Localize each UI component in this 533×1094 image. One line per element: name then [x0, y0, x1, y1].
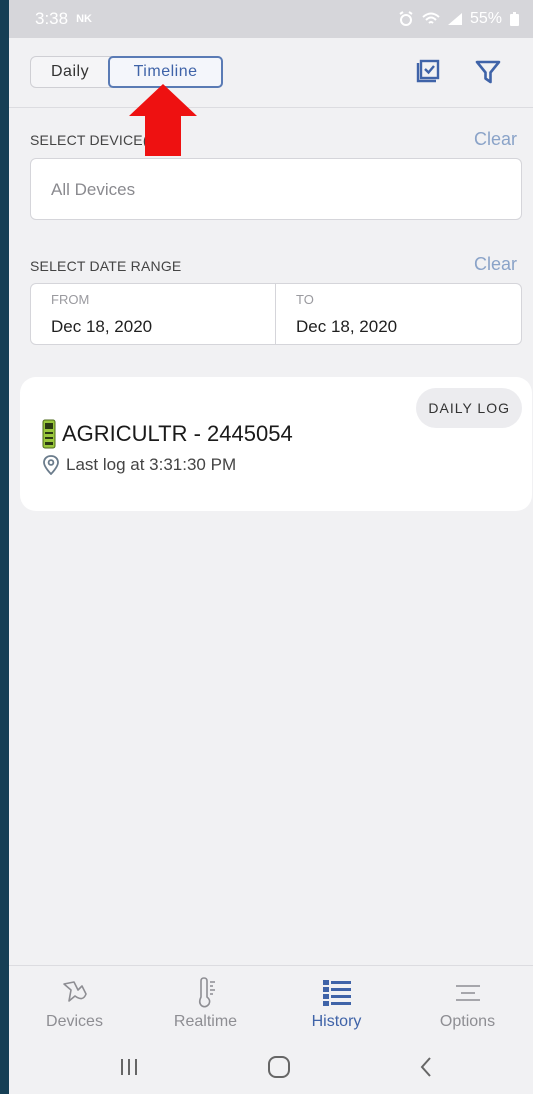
recent-apps-icon[interactable]	[109, 1049, 149, 1085]
device-select-field[interactable]: All Devices	[30, 158, 522, 220]
select-all-icon[interactable]	[413, 58, 441, 86]
device-name: AGRICULTR - 2445054	[62, 421, 293, 446]
top-toolbar: Daily Timeline	[9, 38, 533, 108]
alarm-icon	[399, 11, 413, 26]
to-date-value: Dec 18, 2020	[296, 317, 398, 336]
tab-options-label: Options	[439, 1013, 496, 1030]
phone-screen: 3:38 NK 55% Daily Timeline SELECT DEVICE…	[9, 0, 533, 1094]
clear-date-link[interactable]: Clear	[474, 254, 517, 275]
last-log-time: Last log at 3:31:30 PM	[66, 455, 237, 474]
battery-icon	[510, 12, 519, 26]
wifi-icon	[422, 12, 440, 24]
battery-percent: 55%	[469, 10, 502, 27]
bottom-tab-bar: Devices Realtime History Options	[9, 965, 533, 1037]
tab-realtime[interactable]: Realtime	[140, 966, 271, 1038]
tab-devices-label: Devices	[46, 1013, 103, 1030]
thermometer-icon	[198, 977, 215, 1008]
from-date-field[interactable]: FROM Dec 18, 2020	[31, 284, 276, 344]
daily-log-button[interactable]: DAILY LOG	[416, 388, 522, 428]
from-date-value: Dec 18, 2020	[51, 317, 153, 336]
from-caption: FROM	[51, 292, 90, 307]
to-caption: TO	[296, 292, 314, 307]
tab-history[interactable]: History	[271, 966, 402, 1038]
date-range-field: FROM Dec 18, 2020 TO Dec 18, 2020	[30, 283, 522, 345]
clear-device-link[interactable]: Clear	[474, 129, 517, 150]
carrier-tag: NK	[76, 13, 92, 25]
list-icon	[322, 980, 351, 1006]
bird-icon	[62, 981, 87, 1002]
device-select-placeholder: All Devices	[51, 180, 136, 199]
system-nav-bar	[9, 1037, 533, 1094]
annotation-arrow-icon	[129, 84, 197, 156]
daily-tab[interactable]: Daily	[31, 57, 109, 87]
location-pin-icon	[43, 455, 59, 475]
tab-options[interactable]: Options	[402, 966, 533, 1038]
to-date-field[interactable]: TO Dec 18, 2020	[276, 284, 521, 344]
status-bar: 3:38 NK 55%	[9, 0, 533, 38]
signal-icon	[447, 13, 462, 25]
home-icon[interactable]	[259, 1049, 299, 1085]
back-icon[interactable]	[407, 1049, 447, 1085]
tab-devices[interactable]: Devices	[9, 966, 140, 1038]
tab-realtime-label: Realtime	[173, 1013, 238, 1030]
menu-icon	[455, 985, 480, 1001]
filter-icon[interactable]	[474, 58, 502, 86]
status-time: 3:38	[35, 9, 69, 28]
select-date-range-label: SELECT DATE RANGE	[30, 258, 182, 274]
device-card[interactable]: DAILY LOG AGRICULTR - 2445054 Last log a…	[20, 377, 532, 511]
tab-history-label: History	[311, 1013, 362, 1030]
data-logger-icon	[42, 419, 56, 449]
